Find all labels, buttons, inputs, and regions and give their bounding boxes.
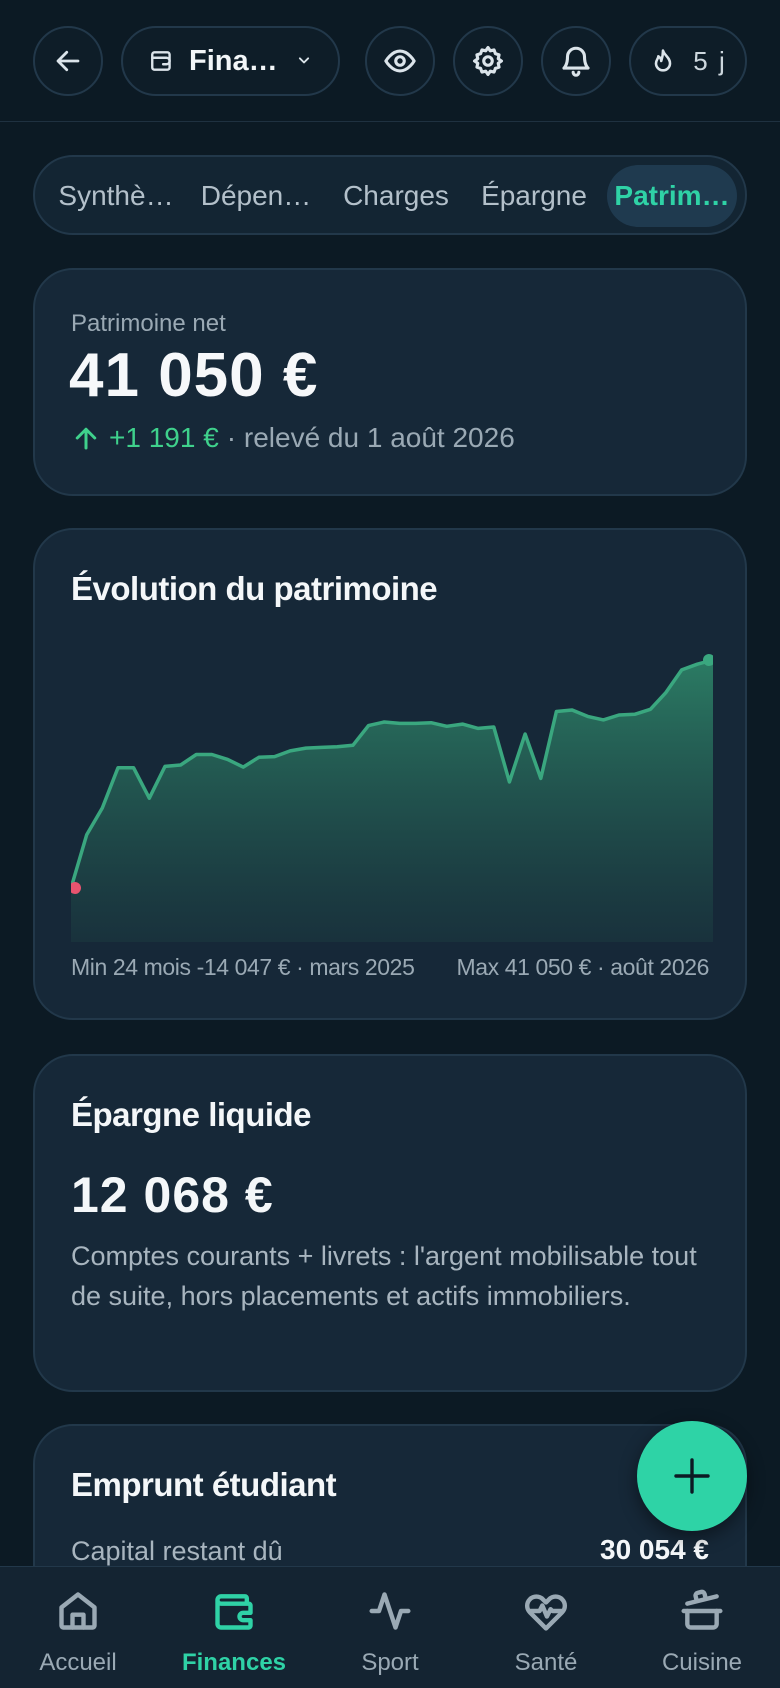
nav-label-sport: Sport	[361, 1649, 419, 1676]
chart-area	[71, 660, 713, 942]
liquid-savings-value: 12 068 €	[71, 1167, 274, 1223]
app-switcher-button[interactable]: Fina…	[121, 26, 340, 96]
net-worth-label: Patrimoine net	[71, 310, 226, 337]
back-button[interactable]	[33, 26, 103, 96]
nav-item-cuisine[interactable]: Cuisine	[624, 1567, 780, 1688]
nav-label-accueil: Accueil	[39, 1649, 117, 1676]
cooking-pot-icon	[681, 1589, 723, 1630]
evolution-title: Évolution du patrimoine	[71, 570, 438, 607]
nav-item-sante[interactable]: Santé	[468, 1567, 624, 1688]
streak-label: 5 j	[693, 45, 727, 76]
net-worth-delta: +1 191 €	[109, 422, 219, 453]
privacy-toggle-button[interactable]	[365, 26, 435, 96]
net-worth-value: 41 050 €	[69, 341, 319, 410]
wallet-icon	[215, 1594, 253, 1630]
wallet-icon	[151, 51, 171, 71]
bell-icon	[562, 46, 590, 77]
streak-badge[interactable]: 5 j	[629, 26, 747, 96]
nav-label-finances: Finances	[181, 1649, 287, 1676]
back-arrow-icon	[56, 50, 80, 72]
tab-epargne[interactable]: Épargne	[471, 165, 597, 227]
bottom-navigation: Accueil Finances Sport Santé Cuisine	[0, 1566, 780, 1688]
loan-remaining-value: 30 054 €	[600, 1534, 709, 1565]
tab-synthese[interactable]: Synthè…	[53, 165, 179, 227]
loan-remaining-label: Capital restant dû	[71, 1536, 283, 1566]
flame-icon	[654, 49, 672, 72]
plus-icon	[674, 1458, 710, 1494]
chart-max-label: Max 41 050 € · août 2026	[456, 954, 709, 980]
eye-icon	[384, 49, 416, 73]
app-switcher-label: Fina…	[189, 44, 278, 77]
add-entry-button[interactable]	[637, 1421, 747, 1531]
nav-item-sport[interactable]: Sport	[312, 1567, 468, 1688]
heart-pulse-icon	[524, 1594, 568, 1631]
liquid-savings-card: Épargne liquide 12 068 € Comptes courant…	[33, 1054, 747, 1392]
evolution-card: Évolution du patrimoine Min 24 mois -14 …	[33, 528, 747, 1020]
net-worth-delta-row: +1 191 € · relevé du 1 août 2026	[71, 422, 515, 454]
gear-icon	[472, 45, 504, 77]
liquid-savings-title: Épargne liquide	[71, 1096, 312, 1133]
arrow-up-icon	[75, 427, 97, 450]
net-worth-date: · relevé du 1 août 2026	[226, 422, 515, 453]
student-loan-title: Emprunt étudiant	[71, 1466, 337, 1503]
tab-charges[interactable]: Charges	[333, 165, 459, 227]
nav-item-accueil[interactable]: Accueil	[0, 1567, 156, 1688]
section-tabs: Synthè… Dépen… Charges Épargne Patrim…	[33, 155, 747, 235]
top-bar: Fina… 5 j	[0, 0, 780, 122]
nav-label-cuisine: Cuisine	[661, 1649, 743, 1676]
chevron-down-icon	[298, 57, 310, 64]
notifications-button[interactable]	[541, 26, 611, 96]
net-worth-chart	[71, 654, 713, 942]
activity-icon	[369, 1592, 411, 1630]
home-icon	[59, 1592, 97, 1630]
net-worth-card: Patrimoine net 41 050 € +1 191 € · relev…	[33, 268, 747, 496]
chart-min-label: Min 24 mois -14 047 € · mars 2025	[71, 954, 415, 980]
tab-patrimoine[interactable]: Patrim…	[607, 165, 737, 227]
tab-depenses[interactable]: Dépen…	[193, 165, 319, 227]
nav-label-sante: Santé	[514, 1649, 578, 1676]
liquid-savings-description: Comptes courants + livrets : l'argent mo…	[71, 1241, 697, 1311]
settings-button[interactable]	[453, 26, 523, 96]
nav-item-finances[interactable]: Finances	[156, 1567, 312, 1688]
